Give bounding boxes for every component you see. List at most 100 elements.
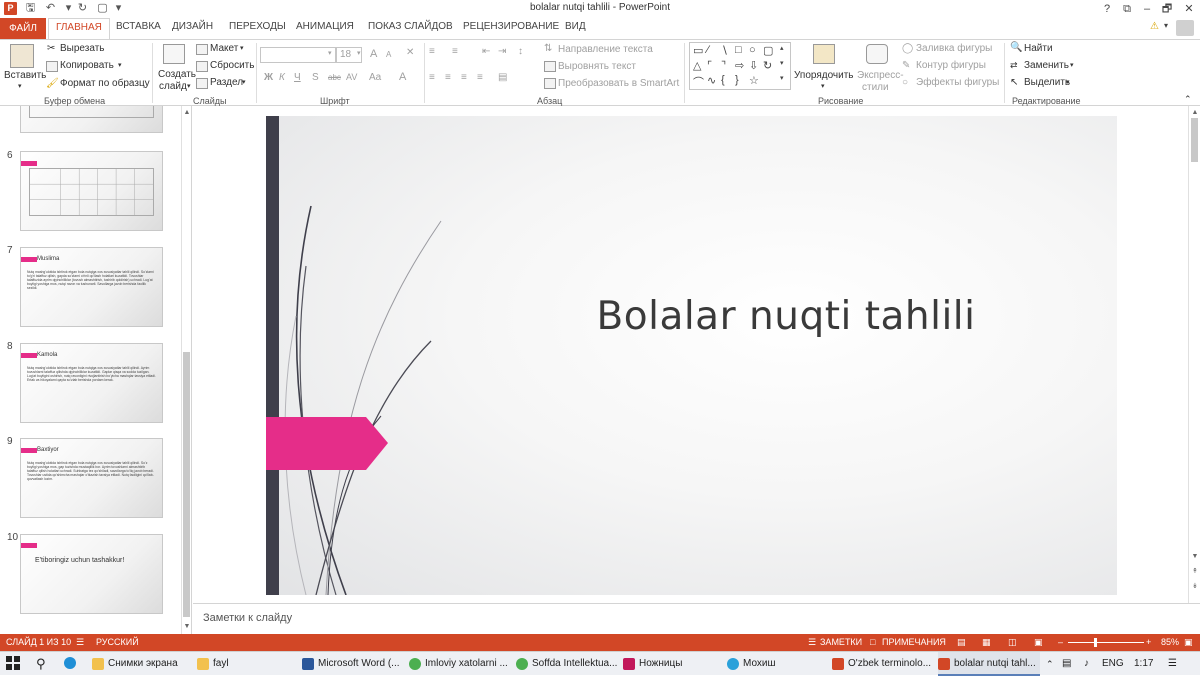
thumbnail-scrollbar[interactable]: ▲ ▼ <box>181 106 191 634</box>
cut-button[interactable]: Вырезать <box>60 43 104 54</box>
curve-shape-icon-2[interactable]: ⌒ <box>693 74 704 90</box>
justify-icon[interactable]: ≡ <box>477 72 483 83</box>
section-icon[interactable] <box>196 78 208 89</box>
search-icon[interactable]: ⚲ <box>36 652 46 676</box>
shape-effects-icon[interactable]: ○ <box>902 77 908 88</box>
zoom-out-button[interactable]: – <box>1058 637 1063 647</box>
shape-effects-button[interactable]: Эффекты фигуры <box>916 77 999 88</box>
tab-animations[interactable]: АНИМАЦИЯ <box>296 21 354 32</box>
spellcheck-icon[interactable]: ☰ <box>76 637 84 648</box>
next-slide-icon[interactable]: ↡ <box>1190 582 1200 592</box>
format-painter-button[interactable]: Формат по образцу <box>60 78 150 89</box>
star-shape-icon[interactable]: ☆ <box>749 74 759 87</box>
notes-toggle-icon[interactable]: ☰ <box>808 637 816 648</box>
new-slide-button[interactable]: Создать <box>158 69 196 80</box>
reading-view-icon[interactable]: ◫ <box>1008 637 1017 648</box>
network-icon[interactable]: ▤ <box>1062 652 1071 676</box>
normal-view-icon[interactable]: ▤ <box>957 637 966 648</box>
arrange-icon[interactable] <box>813 44 835 64</box>
scroll-up-icon[interactable]: ▲ <box>182 108 191 118</box>
arrange-button[interactable]: Упорядочить <box>794 70 854 81</box>
paste-button[interactable]: Вставить <box>4 70 46 81</box>
edge-browser-icon[interactable] <box>64 652 80 676</box>
rounded-rect-shape-icon[interactable]: ▢ <box>763 44 773 57</box>
input-language[interactable]: ENG <box>1102 652 1124 676</box>
tab-home[interactable]: ГЛАВНАЯ <box>48 18 110 39</box>
tab-insert[interactable]: ВСТАВКА <box>116 21 161 32</box>
zoom-slider-track[interactable] <box>1068 642 1144 643</box>
slide-thumbnail-5[interactable] <box>20 106 163 133</box>
left-brace-shape-icon[interactable]: { <box>721 74 725 86</box>
shape-fill-button[interactable]: Заливка фигуры <box>916 43 992 54</box>
section-dropdown-icon[interactable]: ▾ <box>242 78 246 86</box>
slide-scroll-thumb[interactable] <box>1191 118 1198 162</box>
slide-thumbnail-7[interactable]: Muslima Nutq mashg'ulotida ishtirok etga… <box>20 247 163 327</box>
paste-icon[interactable] <box>10 44 34 68</box>
slideshow-view-icon[interactable]: ▣ <box>1034 637 1043 648</box>
down-arrow-shape-icon[interactable]: ⇩ <box>749 59 758 72</box>
tab-file[interactable]: ФАЙЛ <box>0 18 46 39</box>
tab-design[interactable]: ДИЗАЙН <box>172 21 213 32</box>
slide-thumbnail-6[interactable] <box>20 151 163 231</box>
comments-toggle-button[interactable]: ПРИМЕЧАНИЯ <box>882 637 946 647</box>
layout-dropdown-icon[interactable]: ▾ <box>240 44 244 52</box>
underline-button[interactable]: Ч <box>294 72 301 83</box>
strikethrough-button[interactable]: abc <box>328 73 341 82</box>
align-center-icon[interactable]: ≡ <box>445 72 451 83</box>
reset-icon[interactable] <box>196 61 208 72</box>
user-avatar[interactable] <box>1176 20 1194 36</box>
tab-view[interactable]: ВИД <box>565 21 586 32</box>
quick-styles-label-line2[interactable]: стили <box>862 82 889 93</box>
new-slide-label-line2[interactable]: слайд <box>159 81 187 92</box>
line-shape-icon-2[interactable]: ∖ <box>721 44 728 57</box>
connector-shape-icon-2[interactable]: ⌝ <box>721 59 726 72</box>
convert-smartart-button[interactable]: Преобразовать в SmartArt <box>558 78 679 89</box>
clock[interactable]: 1:17 <box>1134 652 1153 676</box>
slide-thumbnail-8[interactable]: Kamola Nutq mashg'ulotida ishtirok etgan… <box>20 343 163 423</box>
gallery-down-icon[interactable]: ▾ <box>780 59 784 67</box>
font-name-combo[interactable] <box>260 47 336 63</box>
slide-thumbnail-9[interactable]: Baxtiyor Nutq mashg'ulotida ishtirok etg… <box>20 438 163 518</box>
line-spacing-icon[interactable]: ↕ <box>518 46 523 57</box>
replace-icon[interactable]: ⇄ <box>1010 60 1018 71</box>
freeform-shape-icon[interactable]: ∿ <box>707 74 716 87</box>
slide-sorter-view-icon[interactable]: ▦ <box>982 637 991 648</box>
tab-review[interactable]: РЕЦЕНЗИРОВАНИЕ <box>463 21 559 32</box>
slide-editor[interactable]: Bolalar nuqti tahlili <box>193 106 1188 603</box>
notifications-icon[interactable]: ☰ <box>1168 652 1177 676</box>
paste-dropdown-icon[interactable]: ▾ <box>18 82 22 90</box>
tab-slideshow[interactable]: ПОКАЗ СЛАЙДОВ <box>368 21 453 32</box>
new-slide-dropdown-icon[interactable]: ▾ <box>187 82 191 90</box>
warning-icon[interactable]: ⚠ <box>1150 21 1159 32</box>
account-dropdown-icon[interactable]: ▾ <box>1164 21 1168 30</box>
taskbar-item-chrome-2[interactable]: Soffda Intellektua... <box>516 652 619 676</box>
smartart-icon[interactable] <box>544 78 556 89</box>
volume-icon[interactable]: ♪ <box>1084 652 1089 676</box>
copy-button[interactable]: Копировать <box>60 60 114 71</box>
notes-pane[interactable]: Заметки к слайду <box>193 603 1200 634</box>
right-arrow-shape-icon[interactable]: ⇨ <box>735 59 744 72</box>
grow-font-button[interactable]: A <box>370 48 377 60</box>
taskbar-item-ppt-2[interactable]: bolalar nutqi tahl... <box>938 652 1040 676</box>
align-text-icon[interactable] <box>544 61 556 72</box>
gallery-more-icon[interactable]: ▾ <box>780 74 784 82</box>
minimize-button[interactable]: – <box>1138 1 1156 17</box>
replace-button[interactable]: Заменить <box>1024 60 1069 71</box>
increase-indent-icon[interactable]: ⇥ <box>498 46 506 57</box>
shape-outline-button[interactable]: Контур фигуры <box>916 60 986 71</box>
collapse-ribbon-icon[interactable]: ⌃ <box>1184 94 1192 105</box>
find-button[interactable]: Найти <box>1024 43 1053 54</box>
taskbar-item-word[interactable]: Microsoft Word (... <box>302 652 405 676</box>
change-case-button[interactable]: Aa <box>369 72 381 83</box>
cut-icon[interactable]: ✂ <box>47 43 55 54</box>
notes-placeholder[interactable]: Заметки к слайду <box>203 612 292 624</box>
reset-button[interactable]: Сбросить <box>210 60 254 71</box>
replace-dropdown-icon[interactable]: ▾ <box>1070 61 1074 69</box>
font-name-dropdown-icon[interactable]: ▾ <box>328 49 332 57</box>
textbox-shape-icon[interactable]: ▭ <box>693 44 703 57</box>
taskbar-item-chrome-1[interactable]: Imloviy xatolarni ... <box>409 652 512 676</box>
character-spacing-button[interactable]: AV <box>346 72 357 82</box>
zoom-slider-knob[interactable] <box>1094 638 1098 647</box>
select-button[interactable]: Выделить <box>1024 77 1070 88</box>
text-direction-button[interactable]: Направление текста <box>558 44 653 55</box>
